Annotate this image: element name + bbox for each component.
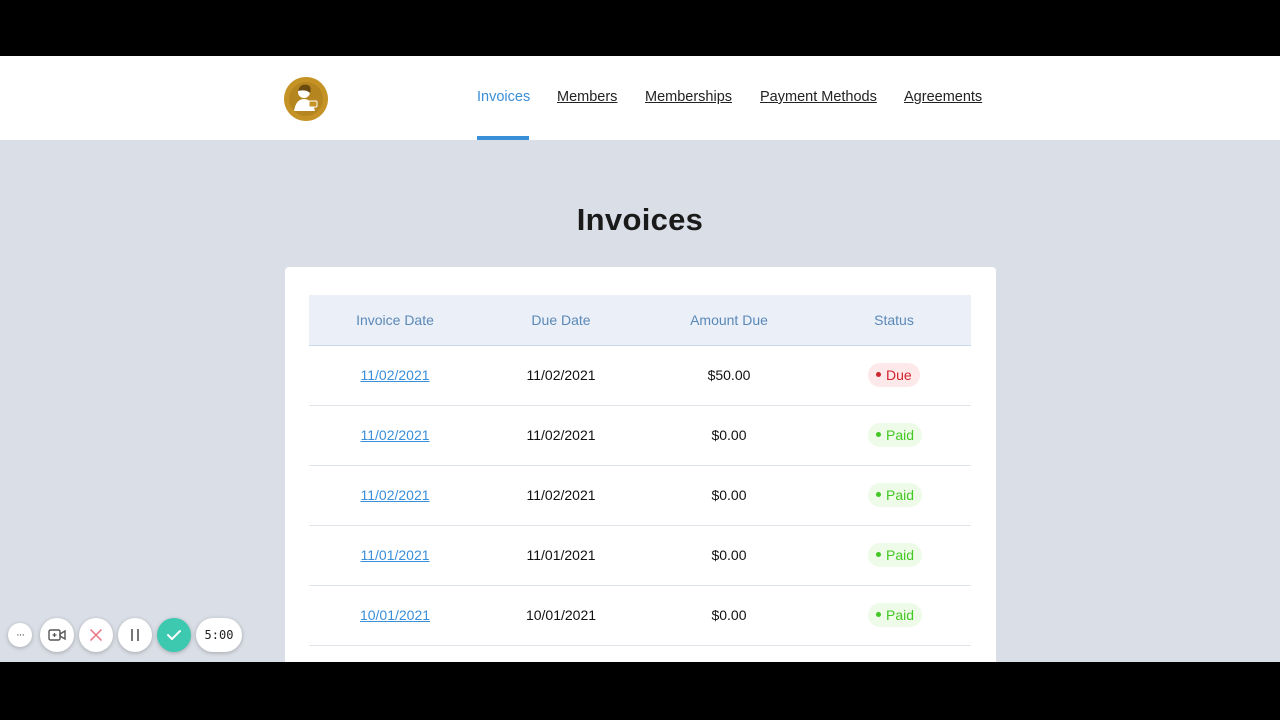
invoices-table-card: Invoice Date Due Date Amount Due Status …	[285, 267, 996, 662]
recorder-pause-button[interactable]	[118, 618, 152, 652]
amount-due-cell: $50.00	[707, 367, 751, 383]
invoice-date-link[interactable]: 10/01/2021	[309, 607, 481, 623]
invoice-date-link[interactable]: 11/01/2021	[309, 547, 481, 563]
amount-due-cell: $0.00	[711, 427, 747, 443]
recorder-more-button[interactable]: ···	[8, 623, 32, 647]
nav-link-memberships[interactable]: Memberships	[645, 89, 732, 105]
amount-due-cell: $0.00	[711, 487, 747, 503]
nav-link-agreements[interactable]: Agreements	[904, 89, 982, 105]
page-title: Invoices	[576, 202, 704, 237]
more-icon: ···	[16, 629, 25, 641]
invoice-date-link[interactable]: 11/02/2021	[309, 487, 481, 503]
table-row: 11/02/2021 11/02/2021 $0.00 Paid	[309, 406, 971, 466]
status-badge: Due	[868, 363, 920, 387]
checkmark-icon	[167, 630, 181, 640]
status-label: Due	[886, 367, 912, 383]
status-label: Paid	[886, 607, 915, 623]
status-dot	[876, 611, 881, 617]
invoice-date-link[interactable]: 11/02/2021	[309, 427, 481, 443]
status-badge: Paid	[868, 483, 923, 507]
invoice-date-link[interactable]: 11/02/2021	[309, 367, 481, 383]
status-badge: Paid	[868, 603, 923, 627]
table-row: 11/02/2021 11/02/2021 $50.00 Due	[309, 346, 971, 406]
status-badge: Paid	[868, 423, 923, 447]
active-nav-indicator	[477, 136, 529, 140]
nav-link-invoices[interactable]: Invoices	[477, 89, 530, 105]
due-date-cell: 10/01/2021	[525, 607, 597, 623]
brand-logo[interactable]	[284, 77, 328, 121]
app-viewport: Invoices Members Memberships Payment Met…	[0, 56, 1280, 662]
table-header: Invoice Date Due Date Amount Due Status	[309, 295, 971, 346]
status-label: Paid	[886, 487, 915, 503]
status-dot	[876, 551, 881, 557]
amount-due-cell: $0.00	[711, 547, 747, 563]
due-date-cell: 11/02/2021	[526, 367, 596, 383]
pause-icon	[131, 629, 139, 641]
status-dot	[876, 431, 881, 437]
due-date-cell: 11/02/2021	[526, 487, 596, 503]
recorder-timer: 5:00	[196, 618, 242, 652]
column-header-amount-due: Amount Due	[690, 312, 768, 328]
nav-link-members[interactable]: Members	[557, 89, 617, 105]
column-header-invoice-date: Invoice Date	[356, 312, 434, 328]
nav-link-payment-methods[interactable]: Payment Methods	[760, 89, 877, 105]
table-row: 11/01/2021 11/01/2021 $0.00 Paid	[309, 526, 971, 586]
status-label: Paid	[886, 427, 915, 443]
status-badge: Paid	[868, 543, 923, 567]
camera-icon	[48, 629, 66, 641]
recorder-cancel-button[interactable]	[79, 618, 113, 652]
brand-logo-icon	[284, 77, 328, 121]
amount-due-cell: $0.00	[711, 607, 747, 623]
column-header-status: Status	[874, 312, 914, 328]
due-date-cell: 11/01/2021	[526, 547, 596, 563]
column-header-due-date: Due Date	[531, 312, 591, 328]
table-row: 11/02/2021 11/02/2021 $0.00 Paid	[309, 466, 971, 526]
status-dot	[876, 371, 881, 377]
due-date-cell: 11/02/2021	[526, 427, 596, 443]
status-dot	[876, 491, 881, 497]
top-navbar: Invoices Members Memberships Payment Met…	[0, 56, 1280, 140]
recorder-camera-button[interactable]	[40, 618, 74, 652]
table-row: 10/01/2021 10/01/2021 $0.00 Paid	[309, 586, 971, 646]
recorder-finish-button[interactable]	[157, 618, 191, 652]
close-icon	[90, 629, 102, 641]
status-label: Paid	[886, 547, 915, 563]
